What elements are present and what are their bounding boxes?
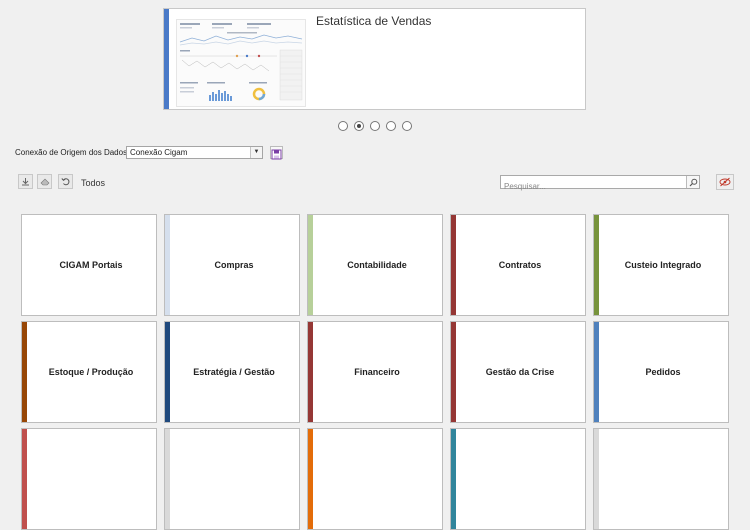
tile-color-bar [594, 322, 599, 422]
eraser-icon [40, 178, 49, 186]
connection-label: Conexão de Origem dos Dados [15, 148, 128, 157]
carousel-dot[interactable] [386, 121, 396, 131]
eye-slash-icon [719, 177, 731, 187]
module-tile[interactable]: Contabilidade [307, 214, 443, 316]
hide-hidden-items-button[interactable] [716, 174, 734, 190]
tile-color-bar [594, 429, 599, 529]
save-connection-button[interactable] [270, 146, 283, 160]
carousel-dot[interactable] [402, 121, 412, 131]
module-tile[interactable] [21, 428, 157, 530]
dashboard-carousel[interactable]: Estatística de Vendas [163, 8, 586, 110]
carousel-dot[interactable] [370, 121, 380, 131]
module-tile-label: Pedidos [645, 367, 681, 377]
module-tile[interactable]: Gestão da Crise [450, 321, 586, 423]
filter-all-label[interactable]: Todos [81, 178, 105, 188]
tile-color-bar [308, 215, 313, 315]
module-tile[interactable] [307, 428, 443, 530]
dashboard-preview-thumbnail [176, 19, 306, 107]
mini-dashboard-graphic [179, 23, 303, 101]
download-button[interactable] [18, 174, 33, 189]
module-tile[interactable] [450, 428, 586, 530]
module-tile[interactable] [164, 428, 300, 530]
module-tile-label: Compras [214, 260, 254, 270]
tile-color-bar [165, 215, 170, 315]
tile-color-bar [22, 322, 27, 422]
search-icon[interactable] [686, 176, 699, 188]
undo-button[interactable] [58, 174, 73, 189]
module-tile-label: Custeio Integrado [624, 260, 702, 270]
connection-select[interactable]: Conexão Cigam ▼ [126, 146, 263, 159]
connection-select-value: Conexão Cigam [130, 148, 188, 157]
module-tile-label: Contratos [498, 260, 542, 270]
clear-button[interactable] [37, 174, 52, 189]
tile-color-bar [451, 215, 456, 315]
module-tile[interactable]: Custeio Integrado [593, 214, 729, 316]
tile-color-bar [165, 429, 170, 529]
tile-color-bar [308, 322, 313, 422]
carousel-accent-bar [164, 9, 169, 109]
download-icon [22, 178, 29, 186]
tile-color-bar [594, 215, 599, 315]
undo-icon [61, 178, 70, 186]
tile-color-bar [451, 429, 456, 529]
module-tile[interactable]: Financeiro [307, 321, 443, 423]
search-box[interactable] [500, 175, 700, 193]
module-tile[interactable]: Compras [164, 214, 300, 316]
search-input[interactable] [501, 180, 684, 193]
module-tile[interactable]: Estratégia / Gestão [164, 321, 300, 423]
slide-title: Estatística de Vendas [316, 14, 432, 28]
tile-color-bar [22, 429, 27, 529]
carousel-pagination [0, 121, 750, 131]
module-tile-label: CIGAM Portais [59, 260, 123, 270]
module-tile-label: Estratégia / Gestão [193, 367, 275, 377]
module-tile[interactable]: CIGAM Portais [21, 214, 157, 316]
module-tile[interactable] [593, 428, 729, 530]
module-tile-label: Gestão da Crise [485, 367, 555, 377]
module-tile-label: Financeiro [354, 367, 400, 377]
tile-color-bar [165, 322, 170, 422]
tile-color-bar [451, 322, 456, 422]
chevron-down-icon[interactable]: ▼ [250, 147, 262, 158]
tile-color-bar [308, 429, 313, 529]
floppy-disk-icon [271, 149, 282, 160]
module-tile-label: Estoque / Produção [48, 367, 134, 377]
module-tile[interactable]: Pedidos [593, 321, 729, 423]
module-tile-label: Contabilidade [347, 260, 407, 270]
module-tile[interactable]: Contratos [450, 214, 586, 316]
module-tile[interactable]: Estoque / Produção [21, 321, 157, 423]
carousel-dot[interactable] [338, 121, 348, 131]
carousel-dot[interactable] [354, 121, 364, 131]
